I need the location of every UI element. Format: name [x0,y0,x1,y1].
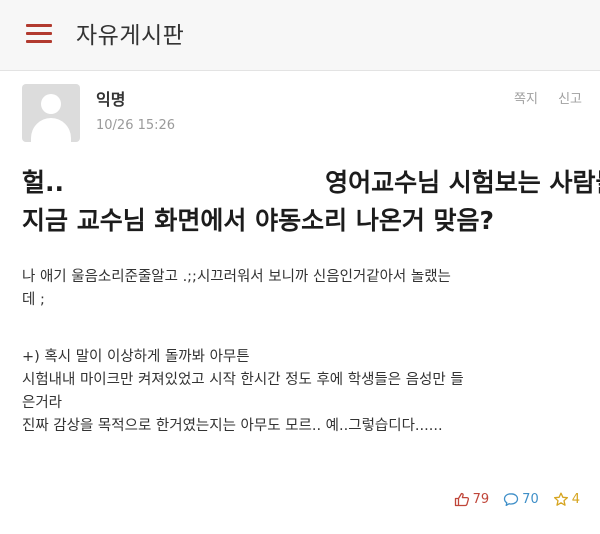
menu-icon-bar [26,40,52,43]
scrap-button[interactable]: 4 [553,492,580,507]
comment-icon [504,493,519,507]
message-button[interactable]: 쪽지 [514,92,538,107]
post-body-line: +) 혹시 말이 이상하게 돌까봐 아무튼 [22,349,250,365]
menu-icon[interactable] [26,22,52,44]
post-title-line: 헐.. 영어교수님 시험보는 사람들 [22,168,600,197]
star-icon [553,492,568,506]
report-button[interactable]: 신고 [558,92,582,107]
post-body-line: 은거라 [22,395,63,411]
post-stats: 79 70 4 [440,492,580,507]
comment-button[interactable]: 70 [503,492,539,507]
post-title: 헐.. 영어교수님 시험보는 사람들 지금 교수님 화면에서 야동소리 나온거 … [22,164,600,240]
menu-icon-bar [26,32,52,35]
post-body-line: 진짜 감상을 목적으로 한거였는지는 아무도 모르.. 예..그렇습디다....… [22,418,443,434]
author-name: 익명 [96,90,126,109]
post-body-line: 나 애기 울음소리준줄알고 .;;시끄러워서 보니까 신음인거같아서 놀랬는 [22,269,451,285]
avatar-head-shape [41,94,61,114]
comment-count: 70 [522,492,539,507]
scrap-count: 4 [571,492,580,507]
post-body-line: 시험내내 마이크만 켜져있었고 시작 한시간 정도 후에 학생들은 음성만 들 [22,372,464,388]
like-count: 79 [472,492,490,507]
avatar-body-shape [31,118,71,142]
like-button[interactable]: 79 [454,492,490,507]
post-actions: 쪽지 신고 [498,88,582,107]
app-header: 자유게시판 [0,0,600,71]
post-body-line: 데 ; [22,292,45,308]
board-title: 자유게시판 [76,23,185,49]
post-body: 나 애기 울음소리준줄알고 .;;시끄러워서 보니까 신음인거같아서 놀랬는 데… [22,266,580,438]
avatar [22,84,80,142]
post-title-line: 지금 교수님 화면에서 야동소리 나온거 맞음? [22,206,495,235]
post-timestamp: 10/26 15:26 [96,118,176,133]
menu-icon-bar [26,24,52,27]
thumbs-up-icon [454,492,469,507]
